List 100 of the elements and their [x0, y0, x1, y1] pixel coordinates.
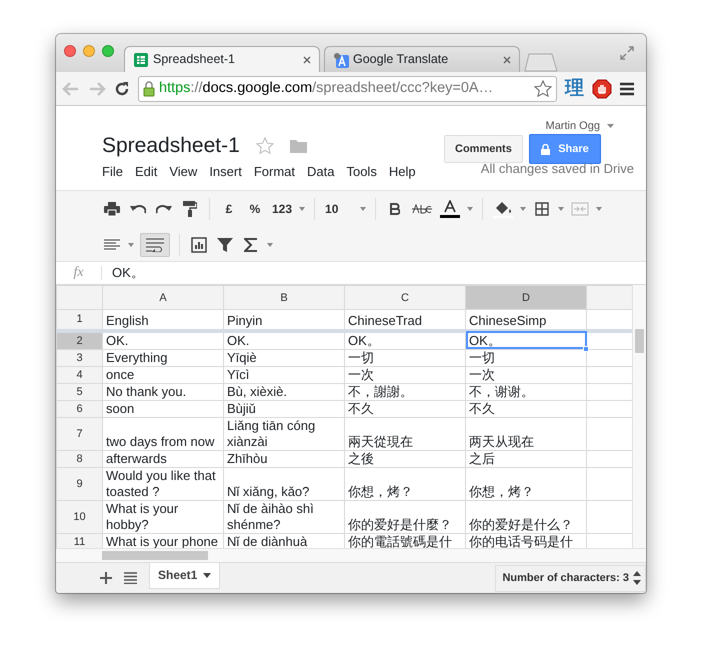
table-cell[interactable]: 之後: [344, 450, 466, 467]
table-cell[interactable]: afterwards: [102, 450, 224, 467]
caret-icon[interactable]: [128, 243, 134, 247]
row-header[interactable]: 1: [56, 310, 102, 330]
row-header[interactable]: 3: [56, 349, 102, 366]
caret-icon[interactable]: [520, 207, 526, 211]
row-header[interactable]: 8: [56, 450, 102, 467]
wrap-text-icon[interactable]: [140, 233, 170, 257]
table-cell[interactable]: two days from now: [102, 417, 224, 450]
vertical-scrollbar[interactable]: [632, 285, 646, 548]
caret-icon[interactable]: [267, 243, 273, 247]
table-cell[interactable]: Bùjiǔ: [224, 400, 344, 417]
extension-button[interactable]: 理: [565, 78, 584, 98]
menu-icon[interactable]: [620, 82, 634, 96]
column-header[interactable]: B: [224, 286, 344, 310]
row-header[interactable]: 6: [56, 400, 102, 417]
user-name[interactable]: Martin Ogg: [546, 118, 614, 134]
column-header[interactable]: A: [102, 286, 224, 310]
table-cell[interactable]: 不久: [466, 400, 586, 417]
table-cell[interactable]: Everything: [102, 349, 224, 366]
table-cell[interactable]: soon: [102, 400, 224, 417]
table-cell[interactable]: Zhīhòu: [224, 450, 344, 467]
table-cell[interactable]: 你想，烤？: [344, 467, 466, 500]
row-header[interactable]: 5: [56, 383, 102, 400]
table-cell[interactable]: What is your hobby?: [102, 500, 224, 533]
row-header[interactable]: 7: [56, 417, 102, 450]
comments-button[interactable]: Comments: [444, 135, 523, 163]
table-cell[interactable]: Yīqiè: [224, 349, 344, 366]
table-cell[interactable]: 两天从现在: [466, 417, 586, 450]
table-cell[interactable]: 你的爱好是什麼？: [344, 500, 466, 533]
table-cell[interactable]: Nǐ xiǎng, kǎo?: [224, 467, 344, 500]
table-cell[interactable]: Liǎng tiān cóng xiànzài: [224, 417, 344, 450]
table-cell[interactable]: OK。: [466, 330, 586, 349]
row-header[interactable]: 10: [56, 500, 102, 533]
table-cell[interactable]: 不，謝謝。: [344, 383, 466, 400]
table-cell[interactable]: 你的爱好是什么？: [466, 500, 586, 533]
table-cell[interactable]: 一切: [344, 349, 466, 366]
column-header[interactable]: C: [344, 286, 466, 310]
number-format-button[interactable]: 123: [271, 197, 294, 221]
sheet-tab[interactable]: Sheet1: [149, 562, 220, 588]
close-button[interactable]: [64, 45, 76, 57]
table-cell[interactable]: 不久: [344, 400, 466, 417]
row-header[interactable]: 11: [56, 533, 102, 548]
menu-item[interactable]: Format: [252, 162, 305, 182]
add-sheet-icon[interactable]: [100, 572, 112, 584]
caret-icon[interactable]: [299, 207, 306, 211]
table-cell[interactable]: OK.: [224, 330, 344, 349]
menu-item[interactable]: Help: [386, 162, 426, 182]
currency-button[interactable]: £: [219, 197, 239, 221]
browser-tab[interactable]: Spreadsheet-1: [124, 46, 320, 72]
formula-value[interactable]: OK。: [102, 263, 144, 283]
caret-icon[interactable]: [467, 207, 474, 211]
row-header[interactable]: 9: [56, 467, 102, 500]
menu-item[interactable]: Edit: [132, 162, 168, 182]
table-cell[interactable]: No thank you.: [102, 383, 224, 400]
table-cell[interactable]: OK。: [344, 330, 466, 349]
table-cell[interactable]: Nǐ de àihào shì shénme?: [224, 500, 344, 533]
caret-icon[interactable]: [596, 207, 602, 211]
table-cell[interactable]: once: [102, 366, 224, 383]
table-cell[interactable]: Bù, xièxiè.: [224, 383, 344, 400]
menu-item[interactable]: View: [167, 162, 208, 182]
table-cell[interactable]: OK.: [102, 330, 224, 349]
address-bar[interactable]: https://docs.google.com/spreadsheet/ccc?key=0A…: [138, 76, 557, 102]
menu-item[interactable]: File: [100, 162, 133, 182]
table-cell[interactable]: 一次: [466, 366, 586, 383]
caret-icon[interactable]: [360, 207, 366, 211]
bookmark-star-icon[interactable]: [534, 80, 552, 98]
reload-icon[interactable]: [114, 80, 130, 96]
table-cell[interactable]: 兩天從現在: [344, 417, 466, 450]
character-count[interactable]: Number of characters: 3: [495, 564, 646, 592]
table-cell[interactable]: ChineseTrad: [344, 310, 466, 330]
table-cell[interactable]: 之后: [466, 450, 586, 467]
table-cell[interactable]: Pinyin: [224, 310, 344, 330]
zoom-button[interactable]: [102, 45, 114, 57]
column-header[interactable]: D: [466, 286, 586, 310]
table-cell[interactable]: 不，谢谢。: [466, 383, 586, 400]
table-cell[interactable]: 一次: [344, 366, 466, 383]
fullscreen-icon[interactable]: [620, 46, 634, 60]
font-size-button[interactable]: 10: [324, 197, 354, 221]
table-cell[interactable]: Would you like that toasted ?: [102, 467, 224, 500]
close-icon[interactable]: [303, 56, 311, 64]
fill-handle[interactable]: [583, 346, 589, 352]
sheet-list-icon[interactable]: [124, 572, 137, 584]
menu-item[interactable]: Insert: [207, 162, 252, 182]
star-icon[interactable]: [256, 137, 274, 155]
close-icon[interactable]: [503, 56, 511, 64]
table-cell[interactable]: Yīcì: [224, 366, 344, 383]
text-color-icon[interactable]: [439, 197, 462, 221]
browser-tab[interactable]: Google Translate: [324, 46, 520, 72]
caret-icon[interactable]: [558, 207, 564, 211]
menu-item[interactable]: Tools: [344, 162, 387, 182]
menu-item[interactable]: Data: [305, 162, 344, 182]
table-cell[interactable]: 一切: [466, 349, 586, 366]
horizontal-scrollbar[interactable]: [102, 551, 208, 560]
table-cell[interactable]: English: [102, 310, 224, 330]
table-cell[interactable]: ChineseSimp: [466, 310, 586, 330]
row-header[interactable]: 4: [56, 366, 102, 383]
table-cell[interactable]: 你想，烤？: [466, 467, 586, 500]
percent-button[interactable]: %: [245, 197, 265, 221]
document-title[interactable]: Spreadsheet-1: [102, 133, 240, 159]
